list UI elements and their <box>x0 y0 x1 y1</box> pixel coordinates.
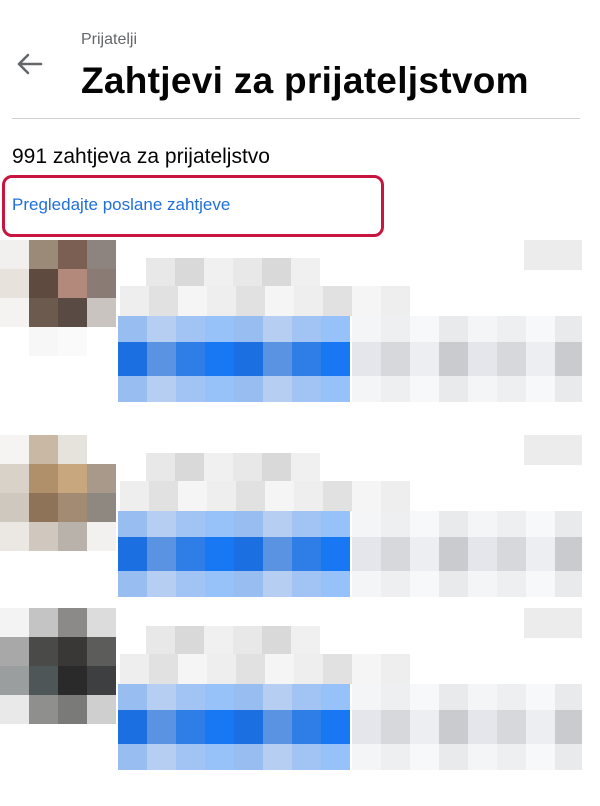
requester-name-blurred[interactable] <box>146 258 320 286</box>
requests-count: 991 zahtjeva za prijateljstvo <box>12 145 270 168</box>
timestamp-blurred <box>524 608 582 638</box>
header-divider <box>12 118 580 119</box>
confirm-button[interactable] <box>118 684 350 770</box>
timestamp-blurred <box>524 240 582 270</box>
friend-requests-page: Prijatelji Zahtjevi za prijateljstvom 99… <box>0 0 600 806</box>
breadcrumb[interactable]: Prijatelji <box>81 31 137 49</box>
timestamp-blurred <box>524 435 582 465</box>
delete-button[interactable] <box>352 511 582 597</box>
mutual-friends-blurred <box>120 654 410 684</box>
confirm-button[interactable] <box>118 316 350 402</box>
view-sent-requests-link[interactable]: Pregledajte poslane zahtjeve <box>12 195 230 215</box>
avatar[interactable] <box>0 608 116 724</box>
requester-name-blurred[interactable] <box>146 453 320 481</box>
requester-name-blurred[interactable] <box>146 626 320 654</box>
confirm-button[interactable] <box>118 511 350 597</box>
mutual-friends-blurred <box>120 481 410 511</box>
friend-request-card <box>0 435 600 605</box>
page-title: Zahtjevi za prijateljstvom <box>81 60 529 101</box>
delete-button[interactable] <box>352 684 582 770</box>
arrow-left-icon <box>17 53 43 75</box>
avatar[interactable] <box>0 240 116 356</box>
delete-button[interactable] <box>352 316 582 402</box>
avatar[interactable] <box>0 435 116 551</box>
friend-request-card <box>0 608 600 778</box>
mutual-friends-blurred <box>120 286 410 316</box>
back-button[interactable] <box>12 46 48 82</box>
friend-request-card <box>0 240 600 410</box>
